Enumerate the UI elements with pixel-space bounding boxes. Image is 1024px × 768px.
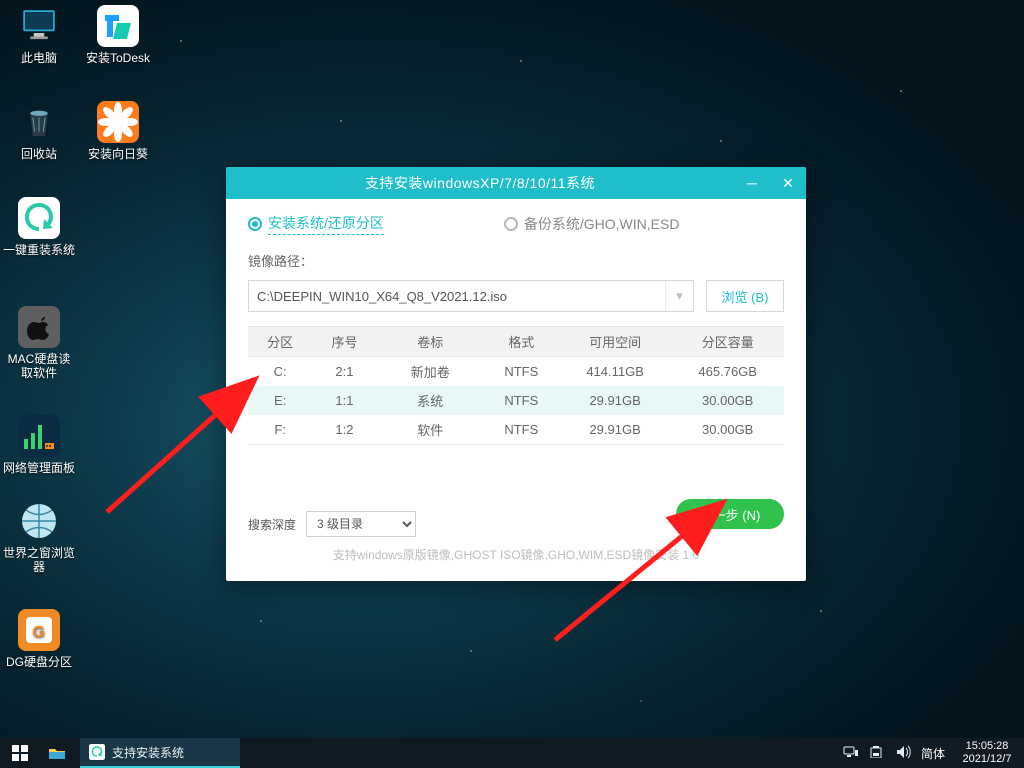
depth-select[interactable]: 3 级目录 — [306, 511, 416, 537]
col-index: 序号 — [312, 327, 376, 357]
taskbar-pinned-explorer[interactable] — [40, 738, 80, 768]
desktop-icon-label: MAC硬盘读取软件 — [2, 352, 76, 380]
mode-radio-group: 安装系统/还原分区 备份系统/GHO,WIN,ESD — [248, 213, 784, 235]
desktop-icon-label: 安装向日葵 — [81, 147, 155, 161]
image-path-label: 镜像路径： — [248, 251, 784, 270]
chevron-down-icon[interactable]: ▾ — [665, 281, 693, 311]
tray-clock[interactable]: 15:05:28 2021/12/7 — [950, 738, 1024, 768]
tray-battery-icon[interactable] — [864, 746, 890, 761]
support-text: 支持windows原版镜像,GHOST ISO镜像,GHO,WIM,ESD镜像安… — [226, 546, 806, 563]
monitor-icon — [18, 5, 60, 47]
todesk-icon — [97, 5, 139, 47]
desktop-icon-netpanel[interactable]: 网络管理面板 — [2, 415, 76, 475]
recycle-bin-icon — [18, 101, 60, 143]
desktop-icon-label: 回收站 — [2, 147, 76, 161]
table-row[interactable]: C:2:1 新加卷NTFS 414.11GB465.76GB — [248, 357, 784, 387]
reinstall-icon — [18, 197, 60, 239]
desktop-icon-label: 安装ToDesk — [81, 51, 155, 65]
browse-button[interactable]: 浏览 (B) — [706, 280, 784, 312]
desktop-icon-label: 此电脑 — [2, 51, 76, 65]
close-button[interactable]: ✕ — [770, 167, 806, 199]
system-tray: 简体 15:05:28 2021/12/7 — [838, 738, 1024, 768]
desktop-icon-label: 一键重装系统 — [2, 243, 76, 257]
desktop-icon-browser[interactable]: 世界之窗浏览器 — [2, 500, 76, 574]
desktop-icon-sunflower[interactable]: 安装向日葵 — [81, 101, 155, 161]
image-path-combo[interactable]: C:\DEEPIN_WIN10_X64_Q8_V2021.12.iso ▾ — [248, 280, 694, 312]
windows-logo-icon — [12, 745, 28, 761]
image-path-value: C:\DEEPIN_WIN10_X64_Q8_V2021.12.iso — [257, 289, 507, 304]
apple-icon — [18, 306, 60, 348]
partition-table: 分区 序号 卷标 格式 可用空间 分区容量 C:2:1 新加卷NTFS 414.… — [248, 326, 784, 445]
network-panel-icon — [18, 415, 60, 457]
desktop-icon-this-pc[interactable]: 此电脑 — [2, 5, 76, 65]
titlebar[interactable]: 支持安装windowsXP/7/8/10/11系统 ─ ✕ — [226, 167, 806, 199]
radio-off-icon — [504, 217, 518, 231]
taskbar-app-label: 支持安装系统 — [112, 744, 184, 761]
tray-network-icon[interactable] — [838, 745, 864, 762]
tray-ime[interactable]: 简体 — [916, 745, 950, 762]
next-button[interactable]: 下一步 (N) — [676, 499, 784, 529]
radio-on-icon — [248, 217, 262, 231]
tray-date: 2021/12/7 — [950, 753, 1024, 766]
reinstall-icon — [88, 743, 106, 761]
folder-icon — [48, 744, 66, 762]
desktop-icon-recycle[interactable]: 回收站 — [2, 101, 76, 161]
disk-tool-icon: G — [18, 609, 60, 651]
minimize-button[interactable]: ─ — [734, 167, 770, 199]
radio-install-label: 安装系统/还原分区 — [268, 213, 384, 235]
desktop-icon-mac[interactable]: MAC硬盘读取软件 — [2, 306, 76, 380]
col-free: 可用空间 — [559, 327, 672, 357]
col-cap: 分区容量 — [671, 327, 784, 357]
depth-label: 搜索深度 — [248, 516, 296, 533]
col-drive: 分区 — [248, 327, 312, 357]
window-title: 支持安装windowsXP/7/8/10/11系统 — [226, 173, 734, 193]
start-button[interactable] — [0, 738, 40, 768]
desktop-icon-todesk[interactable]: 安装ToDesk — [81, 5, 155, 65]
globe-icon — [18, 500, 60, 542]
col-volume: 卷标 — [377, 327, 484, 357]
tray-time: 15:05:28 — [950, 740, 1024, 753]
radio-backup[interactable]: 备份系统/GHO,WIN,ESD — [504, 213, 680, 235]
taskbar: 支持安装系统 简体 15:05:28 2021/12/7 — [0, 738, 1024, 768]
desktop-icon-label: 世界之窗浏览器 — [2, 546, 76, 574]
table-row[interactable]: E:1:1 系统NTFS 29.91GB30.00GB — [248, 386, 784, 415]
desktop-icon-reinstall[interactable]: 一键重装系统 — [2, 197, 76, 257]
tray-volume-icon[interactable] — [890, 745, 916, 762]
taskbar-app-installer[interactable]: 支持安装系统 — [80, 738, 240, 768]
sunflower-icon — [97, 101, 139, 143]
desktop-icon-label: 网络管理面板 — [2, 461, 76, 475]
radio-backup-label: 备份系统/GHO,WIN,ESD — [524, 214, 680, 234]
desktop-icon-dg[interactable]: G DG硬盘分区 — [2, 609, 76, 669]
installer-window: 支持安装windowsXP/7/8/10/11系统 ─ ✕ 安装系统/还原分区 … — [226, 167, 806, 581]
svg-text:G: G — [33, 624, 45, 641]
col-format: 格式 — [484, 327, 559, 357]
table-row[interactable]: F:1:2 软件NTFS 29.91GB30.00GB — [248, 415, 784, 445]
radio-install[interactable]: 安装系统/还原分区 — [248, 213, 384, 235]
desktop-icon-label: DG硬盘分区 — [2, 655, 76, 669]
